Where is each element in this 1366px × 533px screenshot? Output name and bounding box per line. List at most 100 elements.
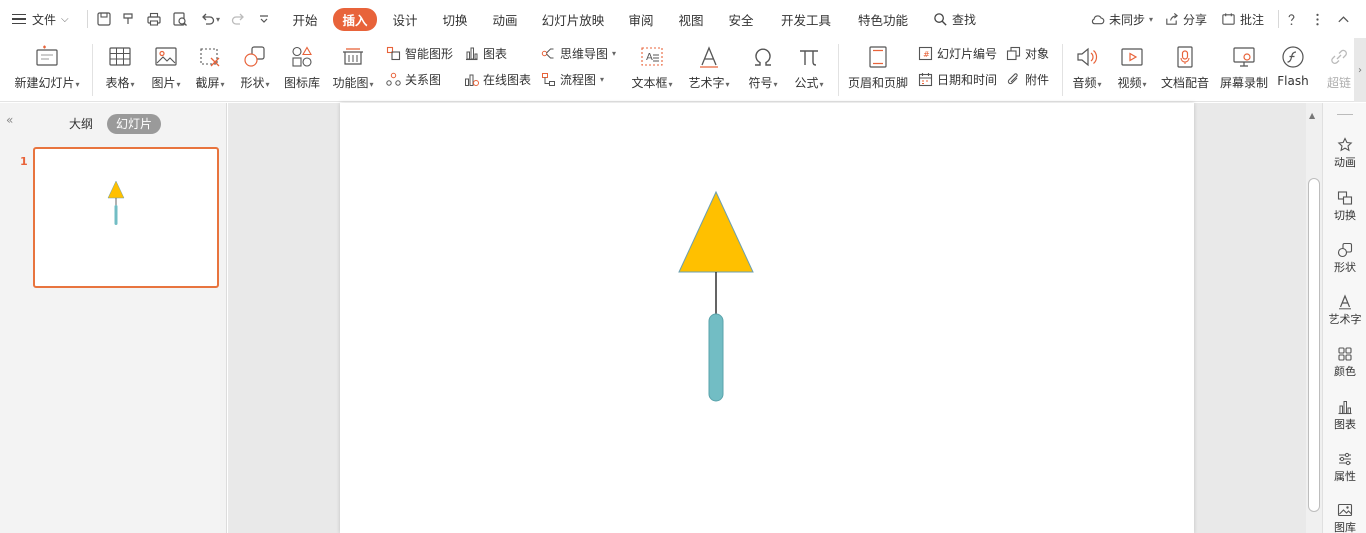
tab-view[interactable]: 视图 — [670, 0, 712, 38]
picture-icon — [155, 47, 177, 66]
cloud-icon — [1091, 14, 1105, 24]
save-button[interactable] — [94, 0, 114, 38]
video-button[interactable]: 视频▾ — [1112, 40, 1152, 100]
customize-toolbar-button[interactable] — [254, 0, 274, 38]
sync-button[interactable]: 未同步 ▾ — [1090, 0, 1153, 38]
sync-label: 未同步 — [1109, 12, 1146, 27]
date-time-button[interactable]: 日期和时间 — [918, 69, 997, 89]
formula-label: 公式 — [794, 76, 819, 90]
new-slide-button[interactable]: 新建幻灯片▾ — [10, 40, 84, 100]
print-preview-button[interactable] — [170, 0, 190, 38]
hyperlink-label: 超链 — [1326, 76, 1351, 90]
comment-label: 批注 — [1240, 12, 1265, 27]
task-pane-animation[interactable]: 动画 — [1323, 137, 1366, 170]
svg-text:#: # — [923, 50, 930, 59]
scrollbar-thumb[interactable] — [1308, 178, 1320, 512]
screen-record-button[interactable]: 屏幕录制 — [1216, 40, 1272, 100]
symbol-button[interactable]: 符号▾ — [744, 40, 782, 100]
pane-handle[interactable] — [1337, 114, 1353, 115]
online-chart-button[interactable]: 在线图表 — [464, 69, 531, 89]
smart-art-icon — [386, 46, 401, 60]
omega-icon — [755, 48, 771, 66]
collapse-panel-button[interactable]: « — [6, 113, 13, 127]
task-pane-transition[interactable]: 切换 — [1323, 190, 1366, 223]
audio-button[interactable]: 音频▾ — [1068, 40, 1106, 100]
icon-library-button[interactable]: 图标库 — [280, 40, 324, 100]
flow-chart-icon — [542, 72, 555, 86]
undo-button[interactable]: ▾ — [196, 0, 224, 38]
tab-review[interactable]: 审阅 — [620, 0, 662, 38]
tab-home[interactable]: 开始 — [284, 0, 326, 38]
table-button[interactable]: 表格▾ — [100, 40, 140, 100]
task-pane-word-art[interactable]: 艺术字 — [1323, 294, 1366, 327]
tab-security[interactable]: 安全 — [720, 0, 762, 38]
tab-slideshow[interactable]: 幻灯片放映 — [538, 0, 608, 38]
relation-chart-icon — [386, 72, 401, 86]
formula-button[interactable]: 公式▾ — [790, 40, 828, 100]
chevron-down-icon: ⌵ — [61, 13, 69, 25]
mind-map-button[interactable]: 思维导图 ▾ — [541, 43, 616, 63]
task-pane-properties[interactable]: 属性 — [1323, 451, 1366, 484]
tab-label: 幻灯片 — [116, 117, 153, 131]
hyperlink-button[interactable]: 超链 — [1322, 40, 1356, 100]
tab-developer[interactable]: 开发工具 — [776, 0, 836, 38]
shape-button[interactable]: 形状▾ — [235, 40, 275, 100]
task-pane: 动画 切换 形状 艺术字 颜色 图表 属性 图库 — [1322, 103, 1366, 533]
smart-art-button[interactable]: 智能图形 — [386, 43, 453, 63]
doc-voice-button[interactable]: 文档配音 — [1158, 40, 1212, 100]
tab-slides[interactable]: 幻灯片 — [107, 114, 162, 134]
tab-design[interactable]: 设计 — [384, 0, 426, 38]
task-pane-shape[interactable]: 形状 — [1323, 242, 1366, 275]
text-box-button[interactable]: A 文本框▾ — [628, 40, 676, 100]
chevron-right-icon: › — [1358, 64, 1362, 76]
gallery-icon — [1337, 503, 1353, 517]
search-button[interactable]: 查找 — [933, 0, 976, 38]
tab-insert[interactable]: 插入 — [332, 0, 378, 38]
relation-chart-button[interactable]: 关系图 — [386, 69, 441, 89]
attachment-button[interactable]: 附件 — [1006, 69, 1049, 89]
help-icon — [1288, 13, 1295, 25]
word-art-button[interactable]: 艺术字▾ — [684, 40, 734, 100]
slide-number-button[interactable]: # 幻灯片编号 — [918, 43, 997, 63]
tab-animation[interactable]: 动画 — [484, 0, 526, 38]
tab-outline[interactable]: 大纲 — [60, 114, 102, 134]
word-art-icon — [700, 46, 718, 68]
slide-thumbnail[interactable] — [33, 147, 219, 288]
rounded-handle-shape[interactable] — [708, 313, 724, 402]
triangle-shape[interactable] — [678, 190, 754, 273]
task-pane-label: 属性 — [1334, 470, 1356, 483]
more-options-button[interactable] — [1310, 0, 1325, 38]
scroll-up-icon[interactable]: ▲ — [1309, 111, 1315, 120]
vertical-scrollbar[interactable]: ▲ — [1306, 103, 1322, 533]
object-button[interactable]: 对象 — [1006, 43, 1049, 63]
header-footer-icon — [869, 46, 887, 68]
share-button[interactable]: 分享 — [1164, 0, 1207, 38]
task-pane-gallery[interactable]: 图库 — [1323, 502, 1366, 533]
file-menu[interactable]: 文件 ⌵ — [12, 0, 82, 38]
tab-label: 视图 — [678, 12, 704, 28]
chart-button[interactable]: 图表 — [464, 43, 507, 63]
function-chart-button[interactable]: 功能图▾ — [328, 40, 378, 100]
collapse-ribbon-button[interactable] — [1336, 0, 1351, 38]
picture-button[interactable]: 图片▾ — [146, 40, 186, 100]
header-footer-button[interactable]: 页眉和页脚 — [846, 40, 910, 100]
ribbon-scroll-right-button[interactable]: › — [1354, 38, 1366, 102]
format-painter-button[interactable] — [118, 0, 138, 38]
thumb-triangle-shape — [107, 180, 125, 199]
screenshot-button[interactable]: 截屏▾ — [190, 40, 230, 100]
tab-special-features[interactable]: 特色功能 — [852, 0, 914, 38]
task-pane-color[interactable]: 颜色 — [1323, 346, 1366, 379]
help-button[interactable] — [1284, 0, 1299, 38]
slide-canvas[interactable] — [340, 103, 1194, 533]
flow-chart-button[interactable]: 流程图 ▾ — [541, 69, 604, 89]
print-button[interactable] — [144, 0, 164, 38]
task-pane-chart[interactable]: 图表 — [1323, 399, 1366, 432]
undo-icon — [202, 13, 215, 25]
flash-button[interactable]: Flash — [1274, 40, 1312, 100]
slide-thumbnail-preview — [107, 180, 125, 225]
task-pane-label: 形状 — [1334, 261, 1356, 274]
tab-transition[interactable]: 切换 — [434, 0, 476, 38]
redo-button[interactable] — [228, 0, 248, 38]
task-pane-label: 颜色 — [1334, 365, 1356, 378]
comment-button[interactable]: 批注 — [1221, 0, 1264, 38]
